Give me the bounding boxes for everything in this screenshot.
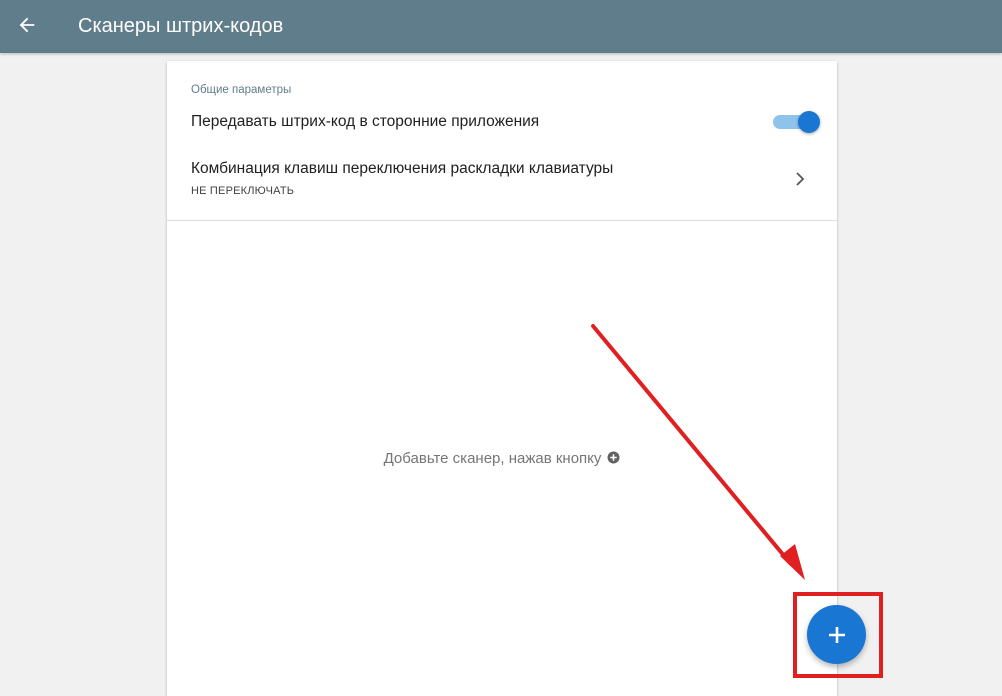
settings-card: Общие параметры Передавать штрих-код в с…	[167, 61, 837, 696]
page-title: Сканеры штрих-кодов	[78, 15, 284, 37]
plus-icon	[828, 626, 845, 643]
divider	[167, 220, 837, 221]
keyboard-layout-chevron[interactable]	[793, 169, 807, 189]
empty-state-hint: Добавьте сканер, нажав кнопку	[167, 449, 837, 470]
arrow-back-icon	[19, 17, 35, 33]
section-title: Общие параметры	[191, 84, 292, 96]
chevron-right-icon	[796, 172, 805, 186]
empty-state-text: Добавьте сканер, нажав кнопку	[383, 450, 602, 467]
back-button[interactable]	[10, 8, 44, 42]
add-circle-icon	[607, 450, 620, 470]
toggle-thumb	[798, 111, 820, 133]
pass-barcode-toggle[interactable]	[773, 111, 821, 133]
add-scanner-button[interactable]	[807, 605, 866, 664]
keyboard-layout-label: Комбинация клавиш переключения раскладки…	[191, 160, 614, 177]
pass-barcode-label: Передавать штрих-код в сторонние приложе…	[191, 113, 540, 130]
app-bar: Сканеры штрих-кодов	[0, 0, 1002, 53]
keyboard-layout-value: НЕ ПЕРЕКЛЮЧАТЬ	[191, 185, 295, 197]
